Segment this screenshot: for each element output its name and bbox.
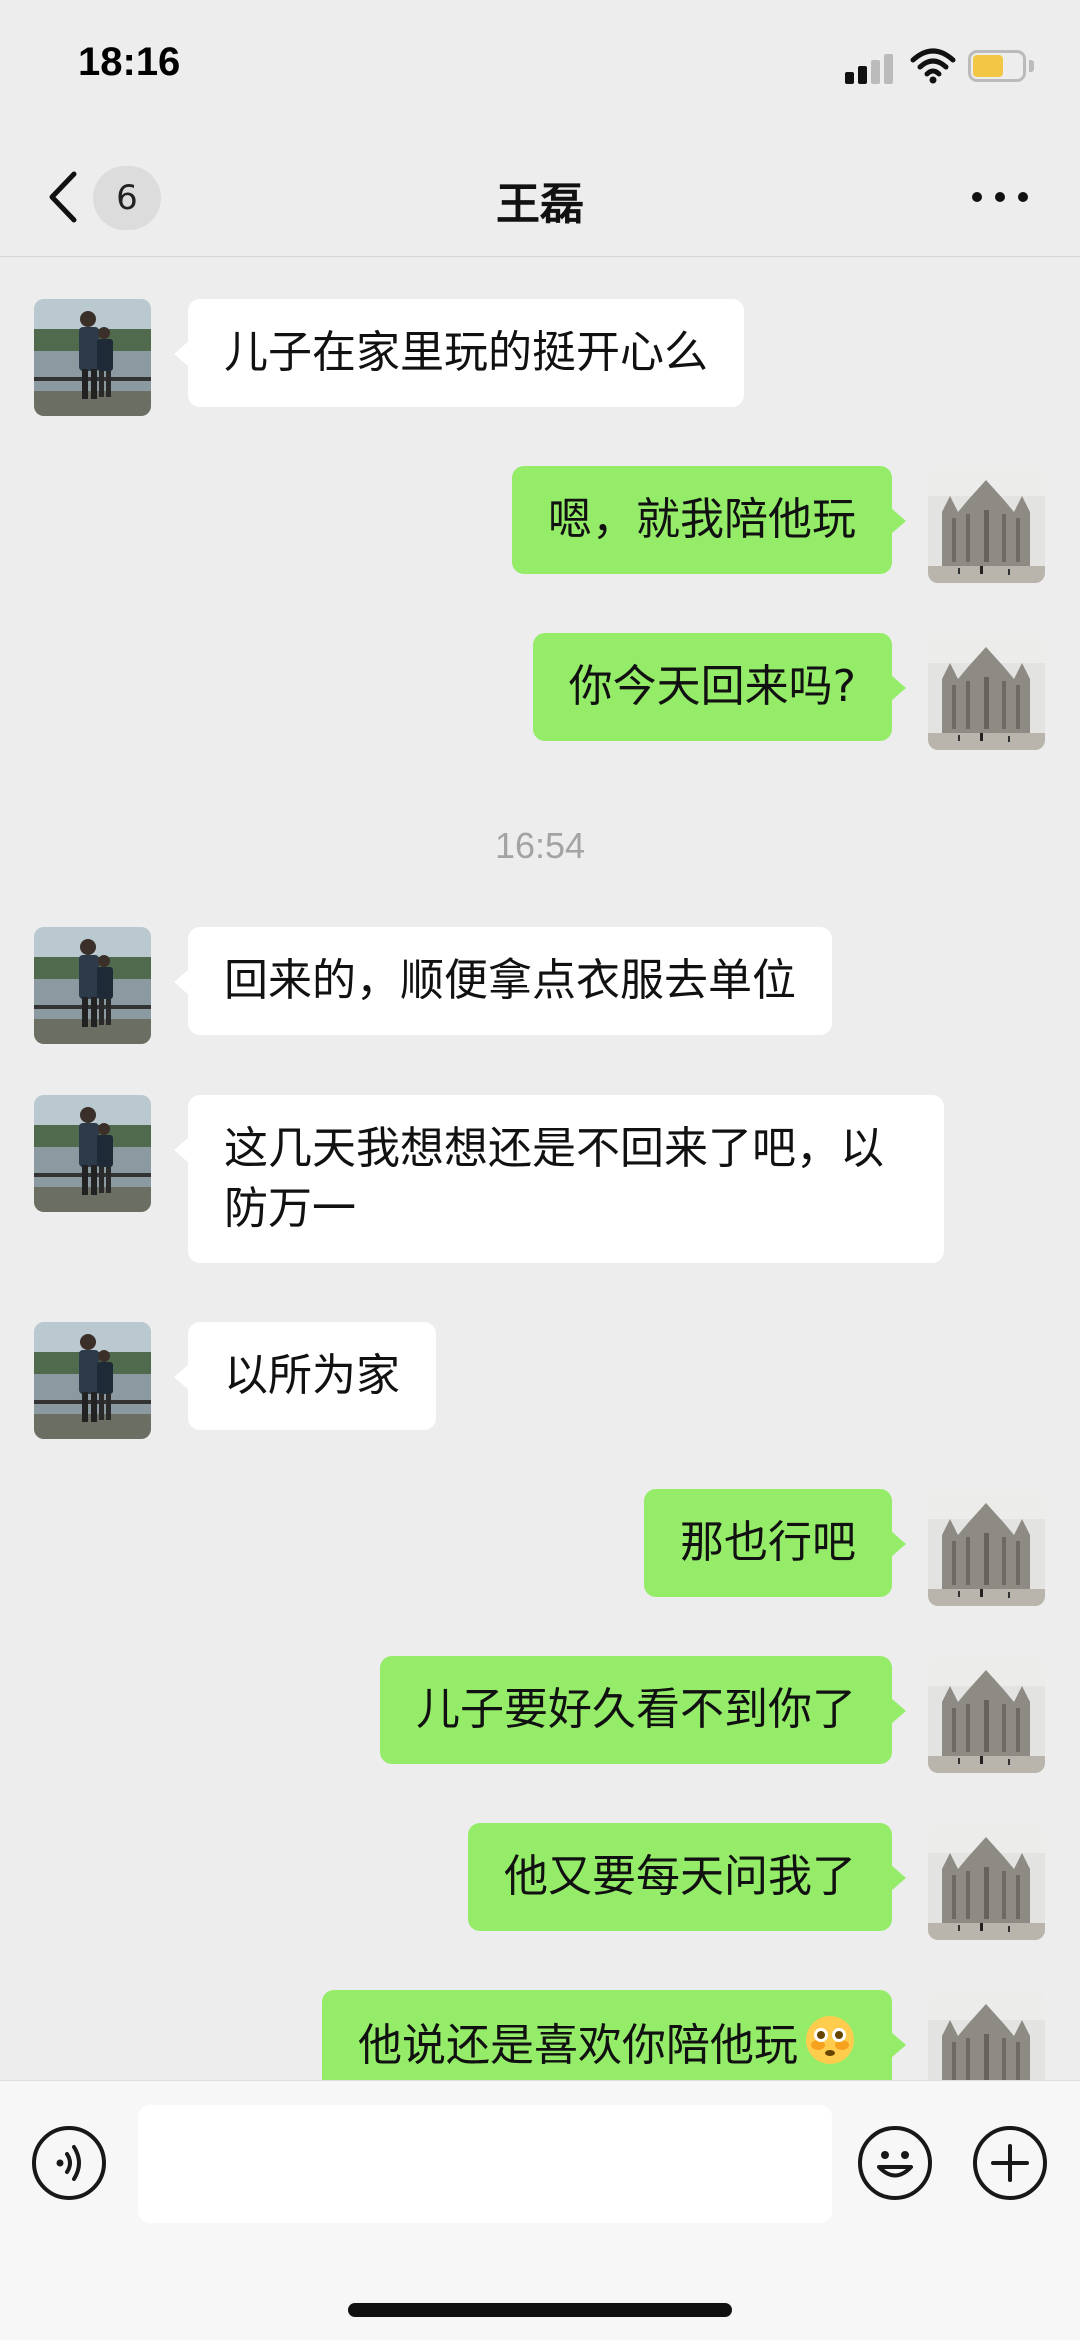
home-indicator[interactable]	[348, 2303, 732, 2317]
message-bubble-incoming[interactable]: 以所为家	[174, 1322, 436, 1430]
message-bubble-incoming[interactable]: 这几天我想想还是不回来了吧，以防万一	[174, 1095, 944, 1263]
message-list[interactable]: 儿子在家里玩的挺开心么 嗯，就我陪他玩 你今天回来吗? 16:54 回来的，顺便…	[0, 257, 1080, 2080]
cellular-signal-icon	[845, 52, 897, 84]
plus-icon	[991, 2144, 1029, 2182]
wifi-icon	[910, 48, 956, 84]
my-avatar[interactable]	[928, 1489, 1045, 1606]
chat-header: 6 王磊	[0, 140, 1080, 257]
message-bubble-outgoing[interactable]: 你今天回来吗?	[532, 633, 907, 741]
contact-avatar[interactable]	[34, 927, 151, 1044]
message-bubble-incoming[interactable]: 回来的，顺便拿点衣服去单位	[174, 927, 832, 1035]
status-time: 18:16	[78, 40, 181, 84]
contact-name-title: 王磊	[496, 179, 584, 230]
message-bubble-outgoing[interactable]: 他说还是喜欢你陪他玩	[322, 1990, 906, 2080]
more-options-button[interactable]	[968, 186, 1032, 206]
contact-avatar[interactable]	[34, 1322, 151, 1439]
my-avatar[interactable]	[928, 466, 1045, 583]
my-avatar[interactable]	[928, 1823, 1045, 1940]
more-features-button[interactable]	[973, 2126, 1047, 2200]
message-bubble-outgoing[interactable]: 他又要每天问我了	[468, 1823, 906, 1931]
my-avatar[interactable]	[928, 1990, 1045, 2080]
message-text: 他说还是喜欢你陪他玩	[358, 2020, 798, 2071]
message-input-bar	[0, 2080, 1080, 2340]
message-bubble-outgoing[interactable]: 儿子要好久看不到你了	[380, 1656, 906, 1764]
status-bar: 18:16	[0, 0, 1080, 140]
contact-avatar[interactable]	[34, 1095, 151, 1212]
message-bubble-outgoing[interactable]: 那也行吧	[644, 1489, 906, 1597]
emoji-button[interactable]	[858, 2126, 932, 2200]
message-bubble-incoming[interactable]: 儿子在家里玩的挺开心么	[174, 299, 744, 407]
contact-avatar[interactable]	[34, 299, 151, 416]
message-text-input[interactable]	[138, 2105, 832, 2223]
voice-input-button[interactable]	[32, 2126, 106, 2200]
my-avatar[interactable]	[928, 1656, 1045, 1773]
voice-icon	[56, 2145, 81, 2181]
flushed-face-icon	[804, 2014, 856, 2080]
battery-icon	[968, 50, 1036, 82]
smiley-icon	[877, 2151, 913, 2178]
message-bubble-outgoing[interactable]: 嗯，就我陪他玩	[512, 466, 906, 574]
my-avatar[interactable]	[928, 633, 1045, 750]
message-timestamp: 16:54	[494, 825, 586, 866]
